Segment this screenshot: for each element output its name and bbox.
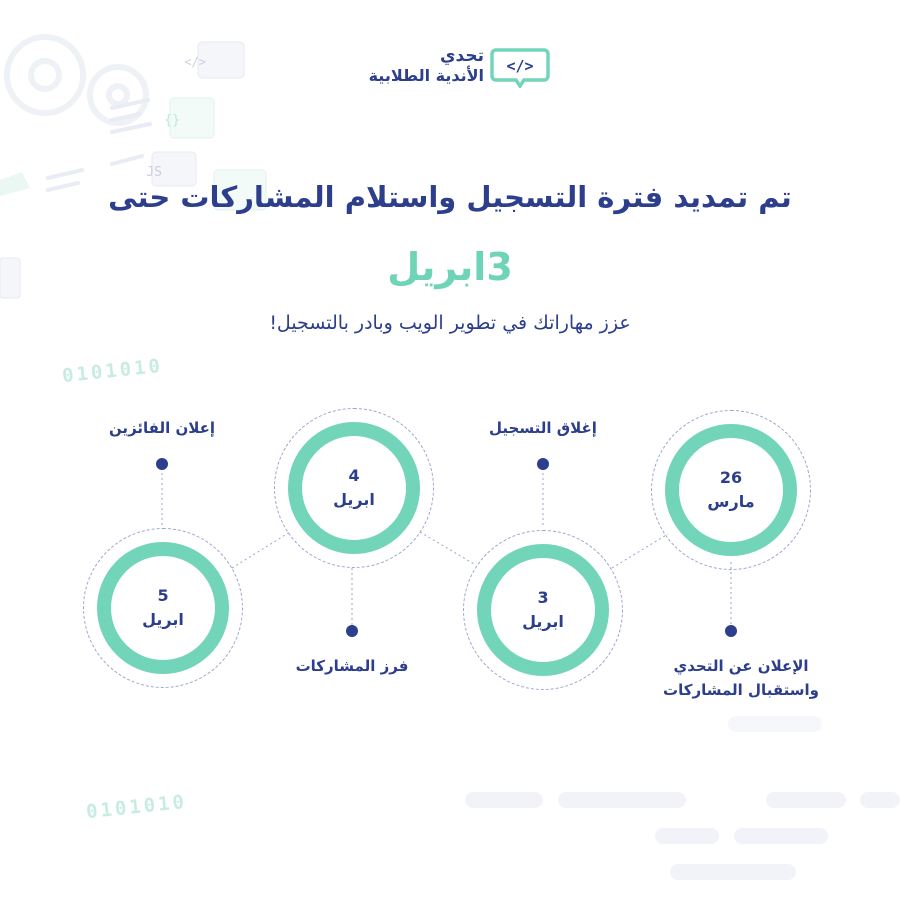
timeline-label-3: فرز المشاركات	[295, 657, 409, 675]
decorative-pill	[670, 864, 796, 880]
decorative-pill	[766, 792, 846, 808]
timeline-label-4: إعلان الفائزين	[108, 419, 216, 437]
decorative-pill	[465, 792, 543, 808]
highlight-date: 3ابريل	[387, 245, 513, 289]
timeline-day: 3	[537, 588, 549, 607]
timeline-dot	[156, 458, 168, 470]
code-icon-text: </>	[184, 55, 206, 69]
subline: عزز مهاراتك في تطوير الويب وبادر بالتسجي…	[269, 312, 631, 334]
decorative-pill	[734, 828, 828, 844]
timeline-month: ابريل	[142, 610, 184, 629]
timeline-month: ابريل	[333, 490, 375, 509]
js-icon-text: JS	[146, 165, 162, 180]
background-decoration: </> {} JS	[0, 34, 267, 299]
gear-icon	[4, 34, 149, 126]
headline: تم تمديد فترة التسجيل واستلام المشاركات …	[108, 180, 792, 214]
timeline-dot	[537, 458, 549, 470]
timeline-dot	[725, 625, 737, 637]
timeline-circle-2: 3 ابريل	[477, 544, 609, 676]
decorative-pill	[860, 792, 900, 808]
brand-logo: تحدي الأندية الطلابية </>	[355, 44, 550, 92]
timeline-circle-4: 5 ابريل	[97, 542, 229, 674]
timeline-label-1: الإعلان عن التحدي واستقبال المشاركات	[663, 657, 819, 699]
timeline-month: مارس	[707, 492, 755, 511]
code-tag-text: </>	[506, 57, 533, 75]
timeline-circle-1: 26 مارس	[665, 424, 797, 556]
timeline-day: 5	[157, 586, 169, 605]
binary-decoration: 0101010	[61, 354, 164, 388]
timeline-day: 26	[719, 468, 743, 487]
brand-line-2: الأندية الطلابية	[368, 66, 484, 85]
brand-line-1: تحدي	[439, 46, 484, 66]
timeline-circle-3: 4 ابريل	[288, 422, 420, 554]
timeline-label-2: إغلاق التسجيل	[489, 419, 597, 437]
decorative-pill	[558, 792, 686, 808]
decorative-pill	[655, 828, 719, 844]
braces-icon-text: {}	[164, 113, 180, 128]
timeline-month: ابريل	[522, 612, 564, 631]
timeline-dot	[346, 625, 358, 637]
brand-name: تحدي الأندية الطلابية	[369, 46, 484, 86]
decorative-pill	[728, 716, 822, 732]
binary-decoration: 0101010	[85, 790, 188, 824]
timeline-day: 4	[348, 466, 360, 485]
code-tag-icon: </>	[490, 48, 550, 88]
